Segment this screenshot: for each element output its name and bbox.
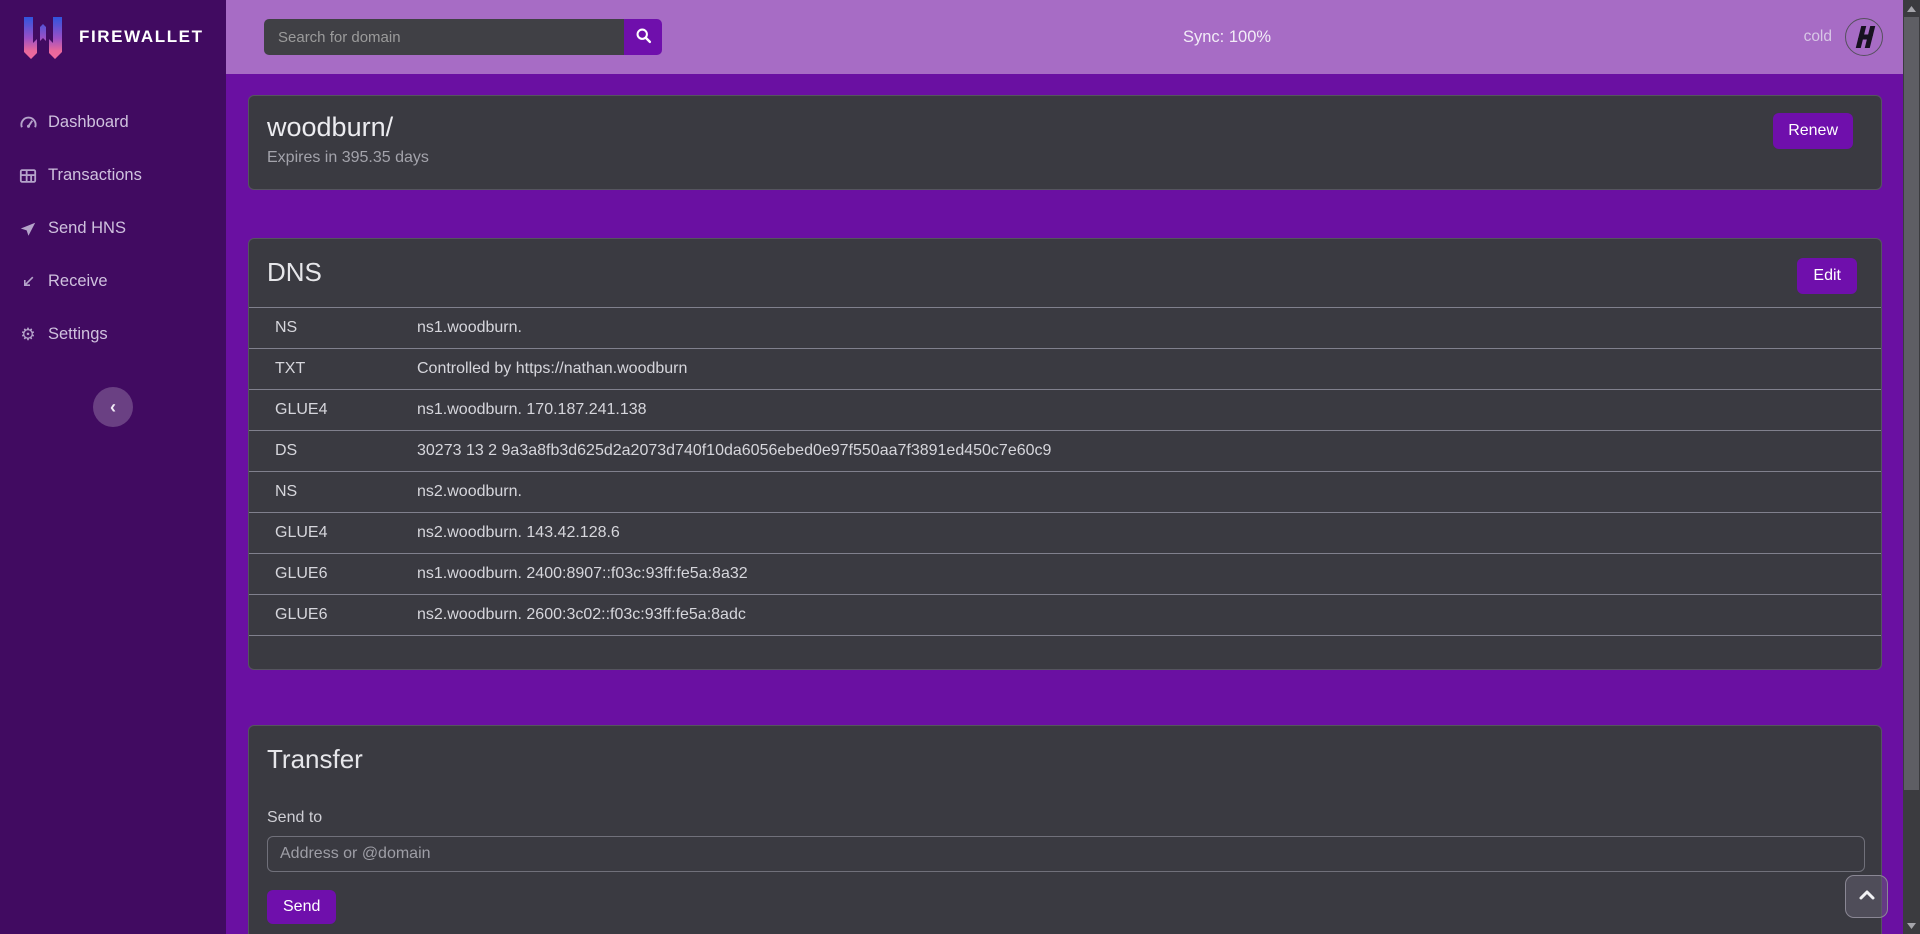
dns-record-row: GLUE4 ns1.woodburn. 170.187.241.138 bbox=[249, 390, 1881, 431]
dns-record-row: TXT Controlled by https://nathan.woodbur… bbox=[249, 349, 1881, 390]
sidebar-nav: Dashboard Transactions Send HNS Receive … bbox=[0, 74, 226, 361]
dns-record-type: GLUE4 bbox=[275, 401, 417, 419]
gauge-icon bbox=[18, 113, 38, 133]
gear-icon: ⚙ bbox=[18, 325, 38, 345]
chevron-up-icon bbox=[1858, 889, 1876, 904]
edit-dns-button[interactable]: Edit bbox=[1797, 258, 1857, 294]
scrollbar-up-arrow[interactable] bbox=[1903, 0, 1920, 17]
sidebar-item-transactions[interactable]: Transactions bbox=[0, 149, 226, 202]
table-icon bbox=[18, 166, 38, 186]
dns-record-type: DS bbox=[275, 442, 417, 460]
dns-record-type: GLUE6 bbox=[275, 606, 417, 624]
domain-search bbox=[264, 19, 662, 55]
dns-record-row: GLUE6 ns2.woodburn. 2600:3c02::f03c:93ff… bbox=[249, 595, 1881, 636]
dns-record-row: NS ns1.woodburn. bbox=[249, 308, 1881, 349]
topbar: Sync: 100% cold bbox=[226, 0, 1903, 74]
dns-record-value: 30273 13 2 9a3a8fb3d625d2a2073d740f10da6… bbox=[417, 442, 1881, 460]
sync-status: Sync: 100% bbox=[1183, 0, 1271, 74]
scroll-to-top-button[interactable] bbox=[1845, 875, 1888, 918]
dns-record-type: GLUE4 bbox=[275, 524, 417, 542]
sidebar-item-label: Receive bbox=[48, 272, 108, 291]
sidebar-item-send-hns[interactable]: Send HNS bbox=[0, 202, 226, 255]
dns-record-row: GLUE6 ns1.woodburn. 2400:8907::f03c:93ff… bbox=[249, 554, 1881, 595]
dns-record-row: NS ns2.woodburn. bbox=[249, 472, 1881, 513]
search-button[interactable] bbox=[624, 19, 662, 55]
renew-button[interactable]: Renew bbox=[1773, 113, 1853, 149]
sidebar-item-dashboard[interactable]: Dashboard bbox=[0, 96, 226, 149]
dns-record-row: GLUE4 ns2.woodburn. 143.42.128.6 bbox=[249, 513, 1881, 554]
sidebar-item-label: Dashboard bbox=[48, 113, 129, 132]
transfer-address-input[interactable] bbox=[267, 836, 1865, 872]
dns-record-value: ns2.woodburn. bbox=[417, 483, 1881, 501]
domain-expiry: Expires in 395.35 days bbox=[267, 149, 1863, 167]
search-icon bbox=[635, 27, 652, 47]
scrollbar-down-arrow[interactable] bbox=[1903, 917, 1920, 934]
handshake-hns-icon[interactable] bbox=[1845, 18, 1883, 56]
sidebar-item-settings[interactable]: ⚙ Settings bbox=[0, 308, 226, 361]
dns-record-value: ns1.woodburn. bbox=[417, 319, 1881, 337]
scrollbar-thumb[interactable] bbox=[1904, 17, 1919, 790]
search-input[interactable] bbox=[264, 19, 624, 55]
wallet-name[interactable]: cold bbox=[1804, 28, 1832, 46]
sidebar: FIREWALLET Dashboard Transactions Send H… bbox=[0, 0, 226, 934]
send-to-label: Send to bbox=[267, 809, 1881, 827]
dns-record-value: Controlled by https://nathan.woodburn bbox=[417, 360, 1881, 378]
sidebar-item-label: Transactions bbox=[48, 166, 142, 185]
dns-record-type: NS bbox=[275, 483, 417, 501]
send-plane-icon bbox=[18, 219, 38, 239]
dns-record-type: NS bbox=[275, 319, 417, 337]
transfer-card-title: Transfer bbox=[249, 726, 1881, 775]
send-button[interactable]: Send bbox=[267, 890, 336, 924]
sidebar-item-label: Send HNS bbox=[48, 219, 126, 238]
dns-record-value: ns1.woodburn. 2400:8907::f03c:93ff:fe5a:… bbox=[417, 565, 1881, 583]
sidebar-collapse-button[interactable]: ‹ bbox=[93, 387, 133, 427]
topbar-right: cold bbox=[1804, 18, 1903, 56]
receive-arrow-icon bbox=[18, 272, 38, 292]
domain-title: woodburn/ bbox=[267, 112, 1863, 143]
dns-record-row: DS 30273 13 2 9a3a8fb3d625d2a2073d740f10… bbox=[249, 431, 1881, 472]
chevron-left-icon: ‹ bbox=[110, 397, 116, 418]
sidebar-item-receive[interactable]: Receive bbox=[0, 255, 226, 308]
dns-record-value: ns1.woodburn. 170.187.241.138 bbox=[417, 401, 1881, 419]
domain-card: woodburn/ Expires in 395.35 days Renew bbox=[248, 95, 1882, 190]
firewallet-logo-icon bbox=[20, 13, 66, 61]
dns-record-type: GLUE6 bbox=[275, 565, 417, 583]
sidebar-item-label: Settings bbox=[48, 325, 108, 344]
dns-record-value: ns2.woodburn. 143.42.128.6 bbox=[417, 524, 1881, 542]
dns-table: NS ns1.woodburn. TXT Controlled by https… bbox=[249, 307, 1881, 636]
page-scrollbar[interactable] bbox=[1903, 0, 1920, 934]
dns-table-body: NS ns1.woodburn. TXT Controlled by https… bbox=[249, 308, 1881, 636]
dns-record-type: TXT bbox=[275, 360, 417, 378]
brand[interactable]: FIREWALLET bbox=[0, 0, 226, 74]
dns-record-value: ns2.woodburn. 2600:3c02::f03c:93ff:fe5a:… bbox=[417, 606, 1881, 624]
dns-card-title: DNS bbox=[249, 239, 1881, 288]
main-content: woodburn/ Expires in 395.35 days Renew D… bbox=[226, 74, 1903, 934]
dns-card: DNS Edit NS ns1.woodburn. TXT Controlled… bbox=[248, 238, 1882, 670]
transfer-card: Transfer Send to Send bbox=[248, 725, 1882, 934]
brand-name: FIREWALLET bbox=[79, 27, 204, 47]
